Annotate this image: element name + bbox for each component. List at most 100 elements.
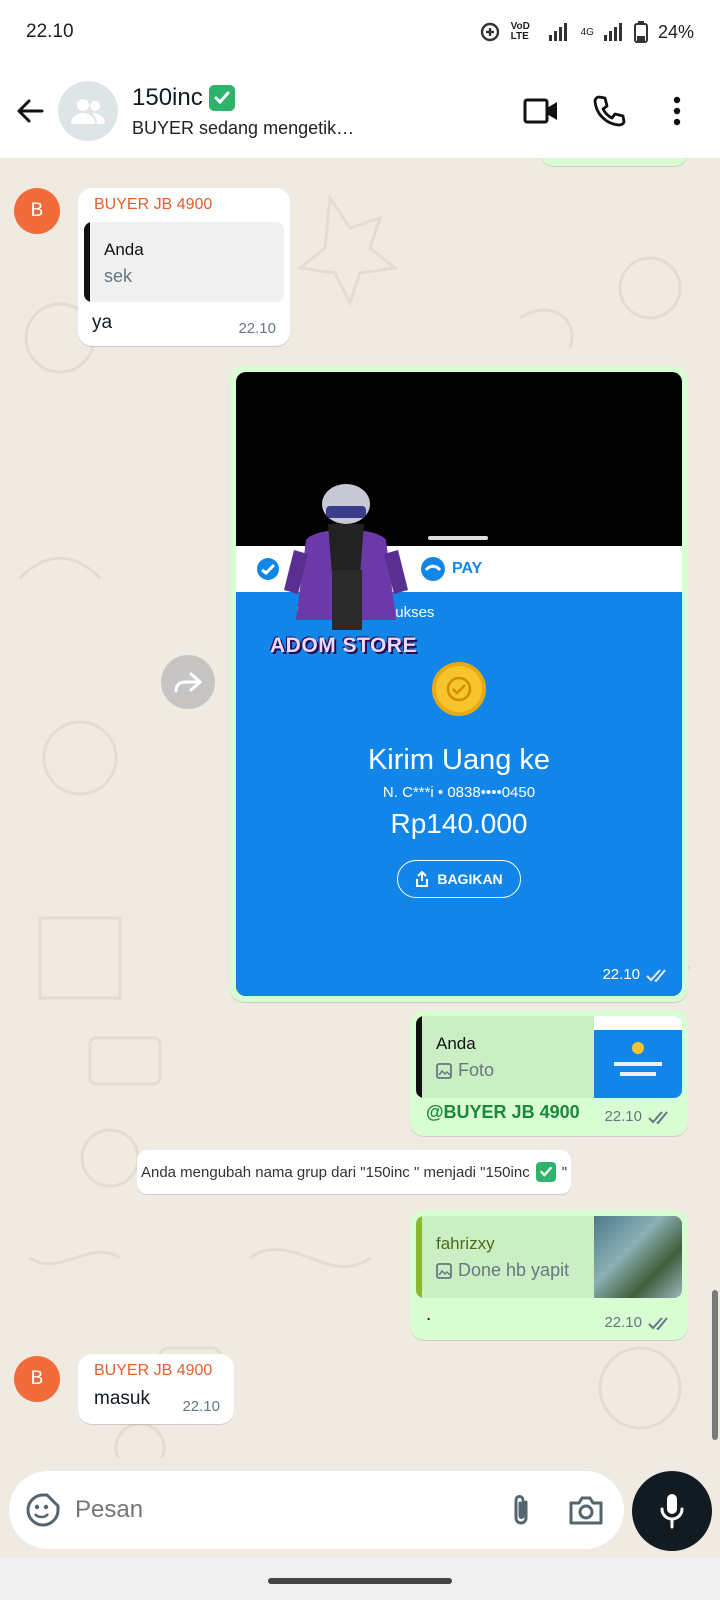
system-notification: Anda mengubah nama grup dari "150inc " m… [137, 1150, 571, 1194]
read-receipt-icon [648, 1110, 668, 1124]
message-text: . [426, 1304, 432, 1325]
message-time-text: 22.10 [602, 966, 640, 983]
payment-screenshot-image[interactable]: PAY Pembayaran Sukses Kirim Uang ke N. C… [236, 372, 682, 996]
quote-text: Foto [436, 1060, 494, 1081]
share-icon [416, 871, 429, 887]
watermark-text: ADOM STORE [270, 634, 417, 657]
outgoing-reply-message[interactable]: fahrizxy Done hb yapit . 22.10 [410, 1210, 688, 1340]
check-mark-icon [535, 1162, 556, 1182]
camera-icon [569, 1496, 603, 1525]
quote-bar [416, 1216, 422, 1298]
message-time: 22.10 [604, 1314, 672, 1331]
chat-area[interactable]: B BUYER JB 4900 Anda sek ya 22.10 PAY Su… [0, 158, 720, 1458]
sender-avatar[interactable]: B [14, 188, 60, 234]
message-time: 22.10 [238, 320, 276, 337]
forward-button[interactable] [161, 655, 215, 709]
arrow-left-icon [17, 99, 44, 123]
group-avatar[interactable] [58, 81, 118, 141]
quote-text: Done hb yapit [436, 1260, 569, 1281]
quote-text: sek [104, 266, 133, 286]
video-call-button[interactable] [520, 90, 562, 132]
system-text: Anda mengubah nama grup dari "150inc " m… [140, 1163, 530, 1181]
typing-status: BUYER sedang mengetik… [132, 117, 355, 138]
phone-icon [593, 95, 626, 127]
voice-message-button[interactable] [632, 1471, 712, 1551]
quote-author: Anda [104, 240, 144, 259]
quoted-message[interactable]: Anda Foto [416, 1016, 682, 1098]
more-options-button[interactable] [656, 90, 698, 132]
camera-button[interactable] [568, 1494, 604, 1526]
incoming-message[interactable]: BUYER JB 4900 masuk 22.10 [78, 1354, 234, 1424]
voice-call-button[interactable] [588, 90, 630, 132]
outgoing-image-message[interactable]: PAY Pembayaran Sukses Kirim Uang ke N. C… [230, 366, 688, 1002]
previous-message-tail [540, 158, 688, 166]
forward-icon [174, 672, 203, 693]
sticker-emoji-icon [26, 1493, 60, 1527]
paperclip-icon [514, 1495, 528, 1525]
battery-icon [633, 21, 648, 43]
quote-author: fahrizxy [436, 1234, 495, 1253]
mention-link[interactable]: @BUYER JB 4900 [426, 1102, 580, 1123]
transfer-amount: Rp140.000 [390, 808, 528, 839]
character-sticker [284, 484, 408, 630]
system-nav-bar [0, 1558, 720, 1600]
quote-thumbnail [594, 1216, 682, 1298]
emoji-button[interactable] [25, 1492, 61, 1528]
photo-icon [436, 1262, 452, 1279]
system-text-close-quote: " [561, 1163, 568, 1181]
battery-level: 24% [657, 21, 694, 42]
attach-button[interactable] [510, 1492, 532, 1528]
quoted-message[interactable]: Anda sek [84, 222, 284, 302]
read-receipt-icon [648, 1316, 668, 1330]
pay-label: PAY [452, 560, 483, 577]
status-bar: 22.10 VoD LTE 4G 24% [0, 0, 720, 64]
success-coin-icon [432, 662, 486, 716]
share-label: BAGIKAN [437, 871, 503, 887]
dana-pay-icon [420, 556, 446, 582]
quote-author: Anda [436, 1034, 476, 1053]
check-mark-icon [208, 84, 235, 111]
quote-bar [416, 1016, 422, 1098]
status-icons: VoD LTE 4G 24% [479, 21, 694, 43]
sender-avatar[interactable]: B [14, 1356, 60, 1402]
message-text: ya [92, 312, 113, 333]
quote-bar [84, 222, 90, 302]
message-text: masuk [94, 1388, 150, 1409]
message-time: 22.10 [602, 966, 670, 983]
sender-name[interactable]: BUYER JB 4900 [94, 1362, 212, 1380]
transfer-heading: Kirim Uang ke [367, 744, 551, 776]
network-type-label: 4G [580, 26, 594, 38]
incoming-message[interactable]: BUYER JB 4900 Anda sek ya 22.10 [78, 188, 290, 346]
group-icon [71, 99, 105, 124]
message-time-text: 22.10 [604, 1314, 642, 1331]
data-saver-icon [479, 21, 501, 43]
signal-icon-2 [603, 23, 624, 41]
message-composer [9, 1471, 624, 1549]
read-receipt-icon [646, 968, 666, 982]
video-camera-icon [523, 98, 557, 124]
quote-text-label: Foto [458, 1060, 495, 1080]
message-input[interactable] [75, 1496, 510, 1524]
sender-name[interactable]: BUYER JB 4900 [94, 196, 212, 214]
share-button: BAGIKAN [397, 860, 521, 898]
back-button[interactable] [2, 83, 58, 139]
quoted-message[interactable]: fahrizxy Done hb yapit [416, 1216, 682, 1298]
chat-title-block[interactable]: 150inc BUYER sedang mengetik… [132, 84, 520, 139]
chat-title: 150inc [132, 84, 520, 112]
quote-text-label: Done hb yapit [458, 1260, 570, 1280]
home-gesture-handle[interactable] [268, 1578, 452, 1584]
photo-icon [436, 1062, 452, 1079]
status-time: 22.10 [26, 21, 74, 42]
volte-icon: VoD LTE [510, 21, 530, 42]
transfer-recipient: N. C***i • 0838••••0450 [382, 784, 536, 801]
signal-icon [548, 23, 571, 41]
quote-thumbnail [594, 1016, 682, 1098]
scrollbar[interactable] [712, 1290, 718, 1440]
outgoing-reply-message[interactable]: Anda Foto @BUYER JB 4900 22.10 [410, 1010, 688, 1136]
message-time-text: 22.10 [604, 1108, 642, 1125]
message-time: 22.10 [604, 1108, 672, 1125]
microphone-icon [660, 1494, 684, 1529]
chat-title-text: 150inc [132, 83, 203, 111]
message-time: 22.10 [182, 1398, 220, 1415]
image-handle [428, 536, 488, 540]
